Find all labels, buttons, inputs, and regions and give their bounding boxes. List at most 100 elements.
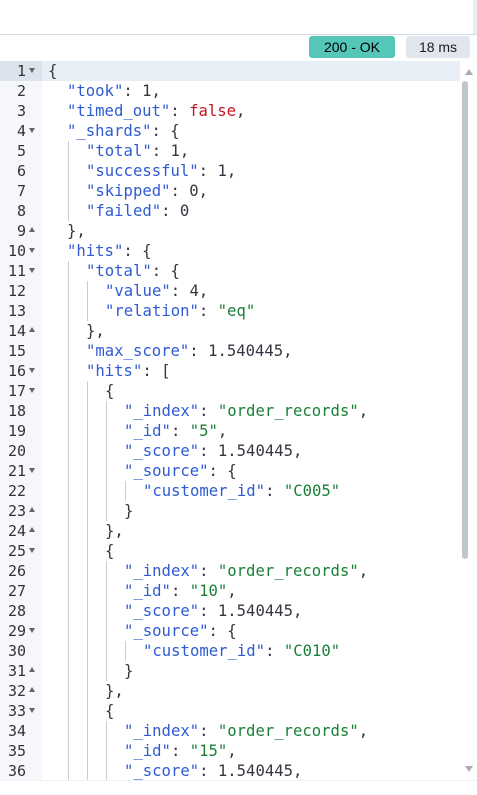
bottom-edge — [0, 780, 477, 795]
code-token: "total" — [86, 142, 152, 160]
code-token: "relation" — [105, 302, 199, 320]
fold-arrow-down-icon[interactable] — [29, 548, 35, 553]
code-token: : — [265, 642, 284, 660]
code-line: 29 "_source": { — [0, 621, 470, 641]
code-text: "_score": 1.540445, — [124, 761, 302, 780]
code-token: : { — [123, 242, 152, 260]
line-number: 14 — [7, 322, 26, 340]
line-number: 36 — [7, 762, 26, 780]
code-token: : — [199, 722, 218, 740]
code-token: : — [265, 482, 284, 500]
code-text: "_score": 1.540445, — [124, 601, 302, 621]
fold-arrow-down-icon[interactable] — [29, 468, 35, 473]
code-token: "_source" — [124, 462, 209, 480]
code-token: }, — [86, 322, 105, 340]
fold-arrow-down-icon[interactable] — [29, 708, 35, 713]
code-token: , — [227, 742, 237, 760]
fold-arrow-up-icon[interactable] — [29, 507, 35, 512]
fold-arrow-down-icon[interactable] — [29, 68, 35, 73]
code-token: , — [227, 582, 237, 600]
toolbar-edge — [473, 0, 477, 34]
code-token: 1.540445 — [208, 342, 284, 360]
code-token: "_source" — [124, 622, 209, 640]
code-text: "customer_id": "C005" — [143, 481, 340, 501]
fold-arrow-down-icon[interactable] — [29, 388, 35, 393]
response-editor[interactable]: 1{2 "took": 1, 3 "timed_out": false, 4 "_shar… — [0, 61, 477, 780]
code-line: 16 "hits": [ — [0, 361, 470, 381]
code-text: "successful": 1, — [86, 161, 236, 181]
fold-arrow-up-icon[interactable] — [29, 667, 35, 672]
code-line: 14}, — [0, 321, 470, 341]
code-token: , — [151, 82, 161, 100]
scroll-up-arrow-icon[interactable] — [465, 69, 473, 75]
code-line: 19 "_id": "5", — [0, 421, 470, 441]
code-token: "C005" — [283, 482, 341, 500]
fold-arrow-down-icon[interactable] — [29, 628, 35, 633]
code-token: "_shards" — [67, 122, 152, 140]
code-token: , — [198, 182, 209, 200]
code-token: , — [217, 422, 228, 440]
code-line: 31} — [0, 661, 470, 681]
code-text: } — [124, 501, 133, 521]
code-text: "timed_out": false, — [67, 101, 245, 121]
code-token: } — [124, 662, 134, 680]
line-number: 19 — [7, 422, 26, 440]
scrollbar-thumb[interactable] — [462, 81, 468, 559]
code-line: 33 { — [0, 701, 470, 721]
code-token: : — [170, 422, 190, 440]
code-line: 23} — [0, 501, 470, 521]
code-text: "total": { — [86, 261, 180, 281]
code-token: , — [198, 282, 209, 300]
line-number: 13 — [7, 302, 26, 320]
code-line: 15 "max_score": 1.540445, — [0, 341, 470, 361]
code-token: "max_score" — [86, 342, 190, 360]
response-time-badge: 18 ms — [406, 36, 470, 58]
code-text: }, — [105, 521, 124, 541]
line-number: 24 — [7, 522, 26, 540]
fold-arrow-up-icon[interactable] — [29, 527, 35, 532]
code-token: , — [179, 142, 190, 160]
code-text: "_index": "order_records", — [124, 561, 368, 581]
fold-arrow-up-icon[interactable] — [29, 227, 35, 232]
line-number: 8 — [16, 202, 26, 220]
code-token: : — [199, 402, 218, 420]
code-token: "skipped" — [86, 182, 171, 200]
code-token: : — [199, 762, 218, 780]
code-token: "order_records" — [217, 402, 359, 420]
line-number: 11 — [7, 262, 26, 280]
code-line: 26 "_index": "order_records", — [0, 561, 470, 581]
code-token: : — [123, 82, 143, 100]
code-token: 1.540445 — [217, 442, 293, 460]
line-number: 33 — [7, 702, 26, 720]
code-token: false — [189, 102, 237, 120]
line-number: 15 — [7, 342, 26, 360]
top-toolbar — [0, 0, 477, 35]
fold-arrow-down-icon[interactable] — [29, 248, 35, 253]
code-text: "relation": "eq" — [105, 301, 255, 321]
code-text: "_shards": { — [67, 121, 180, 141]
code-token: : — [170, 182, 190, 200]
code-text: "_id": "5", — [124, 421, 227, 441]
code-token: : — [151, 142, 171, 160]
code-token: : { — [208, 462, 237, 480]
fold-arrow-down-icon[interactable] — [29, 128, 35, 133]
code-token: "customer_id" — [143, 482, 266, 500]
code-line: 6 "successful": 1, — [0, 161, 470, 181]
fold-arrow-down-icon[interactable] — [29, 268, 35, 273]
vertical-scrollbar[interactable] — [460, 61, 477, 780]
code-text: "_source": { — [124, 461, 237, 481]
fold-arrow-down-icon[interactable] — [29, 368, 35, 373]
code-line: 10 "hits": { — [0, 241, 470, 261]
code-token: : [ — [142, 362, 171, 380]
code-line: 34 "_index": "order_records", — [0, 721, 470, 741]
code-text: "customer_id": "C010" — [143, 641, 340, 661]
fold-arrow-up-icon[interactable] — [29, 687, 35, 692]
code-token: "_index" — [124, 722, 200, 740]
fold-arrow-up-icon[interactable] — [29, 327, 35, 332]
code-text: "skipped": 0, — [86, 181, 208, 201]
code-token: , — [236, 102, 246, 120]
code-text: "failed": 0 — [86, 201, 189, 221]
code-token: "order_records" — [217, 722, 359, 740]
scroll-down-arrow-icon[interactable] — [465, 766, 473, 772]
line-number: 1 — [16, 62, 26, 80]
